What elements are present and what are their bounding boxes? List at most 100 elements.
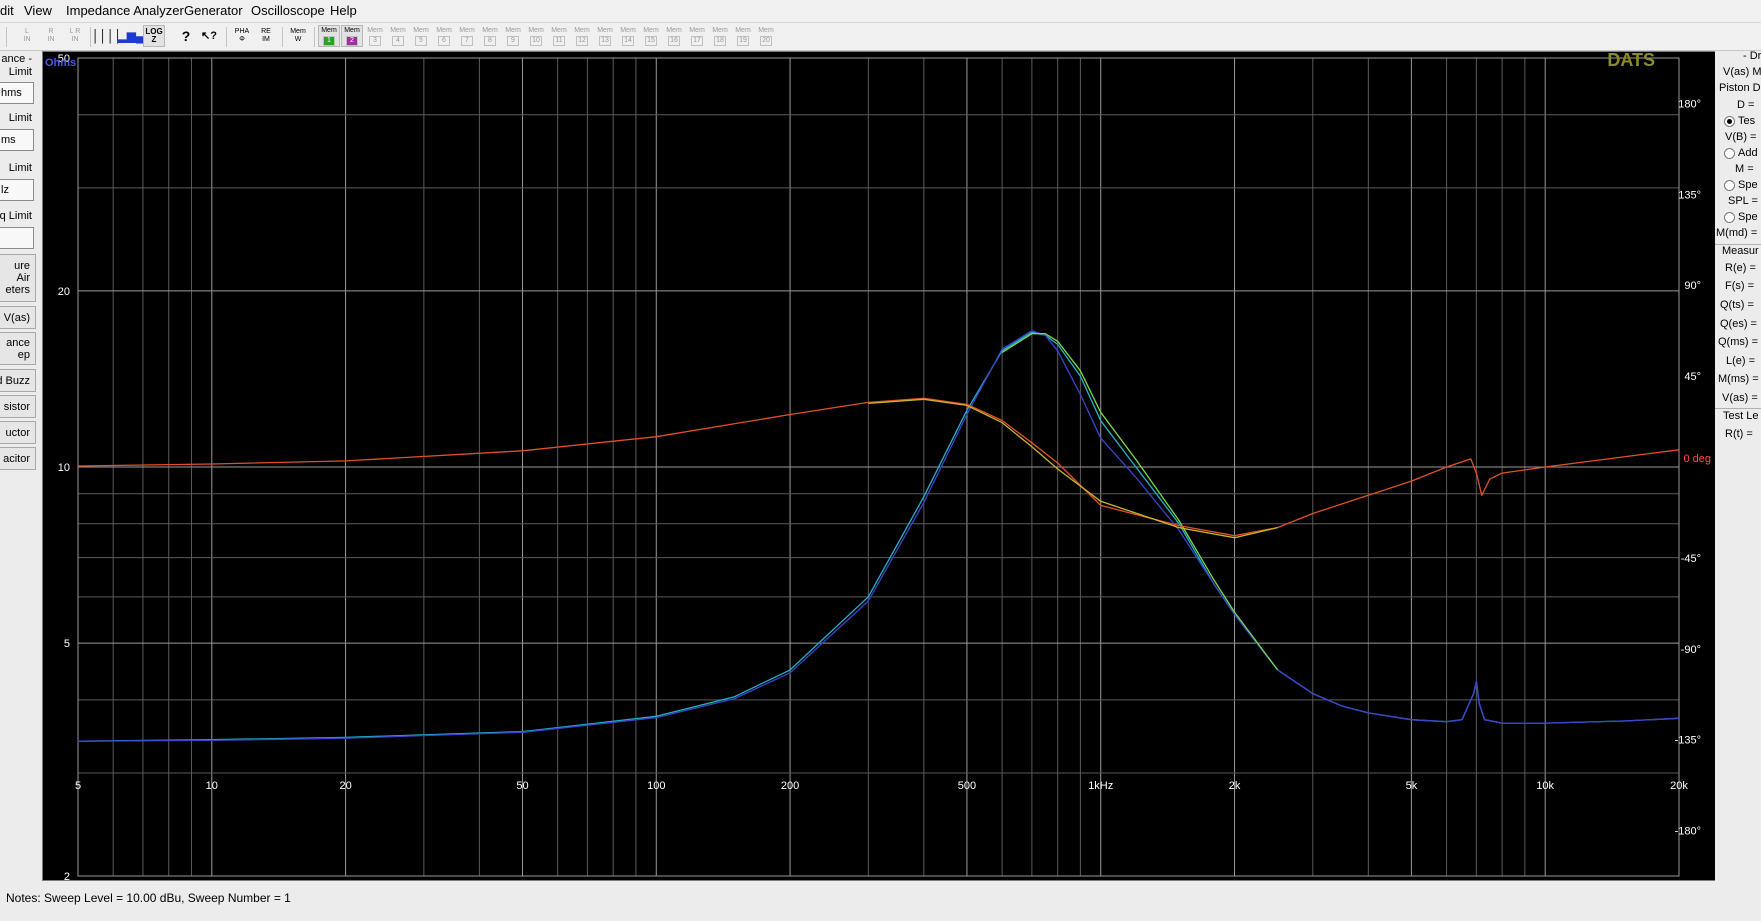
memory-slot-13-button[interactable]: Mem 13 xyxy=(594,25,616,47)
fs-label: F(s) = xyxy=(1725,280,1755,292)
menu-impedance-analyzer[interactable]: Impedance Analyzer xyxy=(66,3,184,19)
memory-slot-19-button[interactable]: Mem 19 xyxy=(732,25,754,47)
memory-slot-2-button[interactable]: Mem 2 xyxy=(341,25,363,47)
memory-slot-20-button[interactable]: Mem 20 xyxy=(755,25,777,47)
impedance-limit-field[interactable]: hms xyxy=(0,82,34,104)
memory-slot-18-button[interactable]: Mem 18 xyxy=(709,25,731,47)
memory-slot-number: 13 xyxy=(599,35,611,46)
limit2-field[interactable]: ms xyxy=(0,129,34,151)
memory-slot-label: Mem xyxy=(344,26,360,34)
y-tick-label-degrees: 180° xyxy=(1678,98,1701,110)
memory-slot-label: Mem xyxy=(689,26,705,34)
menu-oscilloscope[interactable]: Oscilloscope xyxy=(251,3,325,19)
toolbar-separator xyxy=(314,27,315,47)
test-box-radio[interactable] xyxy=(1724,116,1735,127)
dats-logo: DATS xyxy=(1607,52,1655,70)
memory-slot-8-button[interactable]: Mem 8 xyxy=(479,25,501,47)
memory-slot-1-button[interactable]: Mem 1 xyxy=(318,25,340,47)
memory-slot-number: 6 xyxy=(438,35,450,46)
menu-generator[interactable]: Generator xyxy=(184,3,243,19)
memory-slot-14-button[interactable]: Mem 14 xyxy=(617,25,639,47)
capacitor-button[interactable]: acitor xyxy=(0,447,36,470)
memory-slot-number: 20 xyxy=(760,35,772,46)
y-tick-label-degrees: -135° xyxy=(1675,735,1701,747)
memory-slot-4-button[interactable]: Mem 4 xyxy=(387,25,409,47)
memory-slot-15-button[interactable]: Mem 15 xyxy=(640,25,662,47)
limit3-label: Limit xyxy=(8,162,32,174)
r-in-icon[interactable]: R IN xyxy=(40,25,62,47)
mem-w-icon[interactable]: Mem W xyxy=(287,25,309,47)
memory-slot-11-button[interactable]: Mem 11 xyxy=(548,25,570,47)
x-tick-label: 200 xyxy=(781,780,799,792)
memory-slot-6-button[interactable]: Mem 6 xyxy=(433,25,455,47)
impedance-plot[interactable]: 5 10 20 50 100 200 500 1kHz 2k 5k 10k 20k 50 20 10 5 2 18… xyxy=(42,51,1755,882)
impedance-curve-2 xyxy=(1001,333,1279,671)
x-tick-label: 2k xyxy=(1229,780,1241,792)
added-mass-label: Add xyxy=(1738,147,1758,159)
memory-slot-label: Mem xyxy=(712,26,728,34)
memory-slot-number: 1 xyxy=(323,35,335,46)
right-panel: - Dr V(as) M Piston D D = Tes V(B) = Add… xyxy=(1715,51,1761,881)
spec-mmd-radio[interactable] xyxy=(1724,212,1735,223)
freq-limit-field[interactable] xyxy=(0,227,34,249)
memory-slot-number: 2 xyxy=(346,35,358,46)
lr-in-icon[interactable]: L R IN xyxy=(64,25,86,47)
memory-slot-label: Mem xyxy=(436,26,452,34)
memory-slot-12-button[interactable]: Mem 12 xyxy=(571,25,593,47)
memory-slot-7-button[interactable]: Mem 7 xyxy=(456,25,478,47)
memory-slot-number: 9 xyxy=(507,35,519,46)
memory-slot-number: 10 xyxy=(530,35,542,46)
spec-mmd-label: Spe xyxy=(1738,211,1758,223)
histogram-icon[interactable]: ▂▆▄ xyxy=(118,25,145,47)
pha-phi-icon[interactable]: PHA Φ xyxy=(231,25,253,47)
memory-slot-17-button[interactable]: Mem 17 xyxy=(686,25,708,47)
added-mass-radio[interactable] xyxy=(1724,148,1735,159)
memory-slot-9-button[interactable]: Mem 9 xyxy=(502,25,524,47)
memory-slot-number: 15 xyxy=(645,35,657,46)
measure-free-air-parameters-button[interactable]: ure Air eters xyxy=(0,254,36,302)
bars-icon[interactable]: ││││ xyxy=(92,25,122,47)
vas-method-label: V(as) M xyxy=(1723,66,1761,78)
vas-label: V(as) = xyxy=(1722,392,1758,404)
l-in-icon[interactable]: L IN xyxy=(16,25,38,47)
memory-slot-label: Mem xyxy=(620,26,636,34)
context-help-icon[interactable]: ↖? xyxy=(198,25,220,47)
plot-grid xyxy=(77,57,1680,877)
memory-slot-label: Mem xyxy=(459,26,475,34)
mmd-label: M(md) = xyxy=(1716,227,1758,239)
inductor-button[interactable]: uctor xyxy=(0,421,36,444)
toolbar-separator xyxy=(282,27,283,47)
x-tick-label: 10 xyxy=(206,780,218,792)
menu-help[interactable]: Help xyxy=(330,3,357,19)
limit3-field[interactable]: lz xyxy=(0,179,34,201)
menu-edit[interactable]: dit xyxy=(0,3,14,19)
y-tick-label-degrees: -90° xyxy=(1681,644,1701,656)
x-tick-label: 10k xyxy=(1536,780,1554,792)
memory-slot-5-button[interactable]: Mem 5 xyxy=(410,25,432,47)
x-tick-label: 20k xyxy=(1670,780,1688,792)
memory-slot-10-button[interactable]: Mem 10 xyxy=(525,25,547,47)
log-z-icon[interactable]: LOG Z xyxy=(143,25,165,47)
impedance-curve-0 xyxy=(77,331,1680,742)
memory-slot-label: Mem xyxy=(413,26,429,34)
memory-slot-number: 18 xyxy=(714,35,726,46)
re-im-icon[interactable]: RE IM xyxy=(255,25,277,47)
toolbar-separator xyxy=(6,27,7,47)
le-label: L(e) = xyxy=(1726,355,1756,367)
memory-slot-number: 19 xyxy=(737,35,749,46)
rub-and-buzz-button[interactable]: d Buzz xyxy=(0,369,36,392)
spl-label: SPL = xyxy=(1728,195,1758,207)
memory-slot-number: 12 xyxy=(576,35,588,46)
measure-vas-button[interactable]: e V(as) xyxy=(0,306,36,329)
y-tick-label-degrees: -45° xyxy=(1681,553,1701,565)
memory-slot-3-button[interactable]: Mem 3 xyxy=(364,25,386,47)
spec-spl-label: Spe xyxy=(1738,179,1758,191)
diameter-label: D = xyxy=(1737,99,1755,111)
impedance-sweep-button[interactable]: ance ep xyxy=(0,332,36,365)
menu-view[interactable]: View xyxy=(24,3,52,19)
ohms-unit-label: Ohms xyxy=(45,57,76,69)
spec-spl-radio[interactable] xyxy=(1724,180,1735,191)
resistor-button[interactable]: sistor xyxy=(0,395,36,418)
question-mark-icon[interactable]: ? xyxy=(175,25,197,47)
memory-slot-16-button[interactable]: Mem 16 xyxy=(663,25,685,47)
